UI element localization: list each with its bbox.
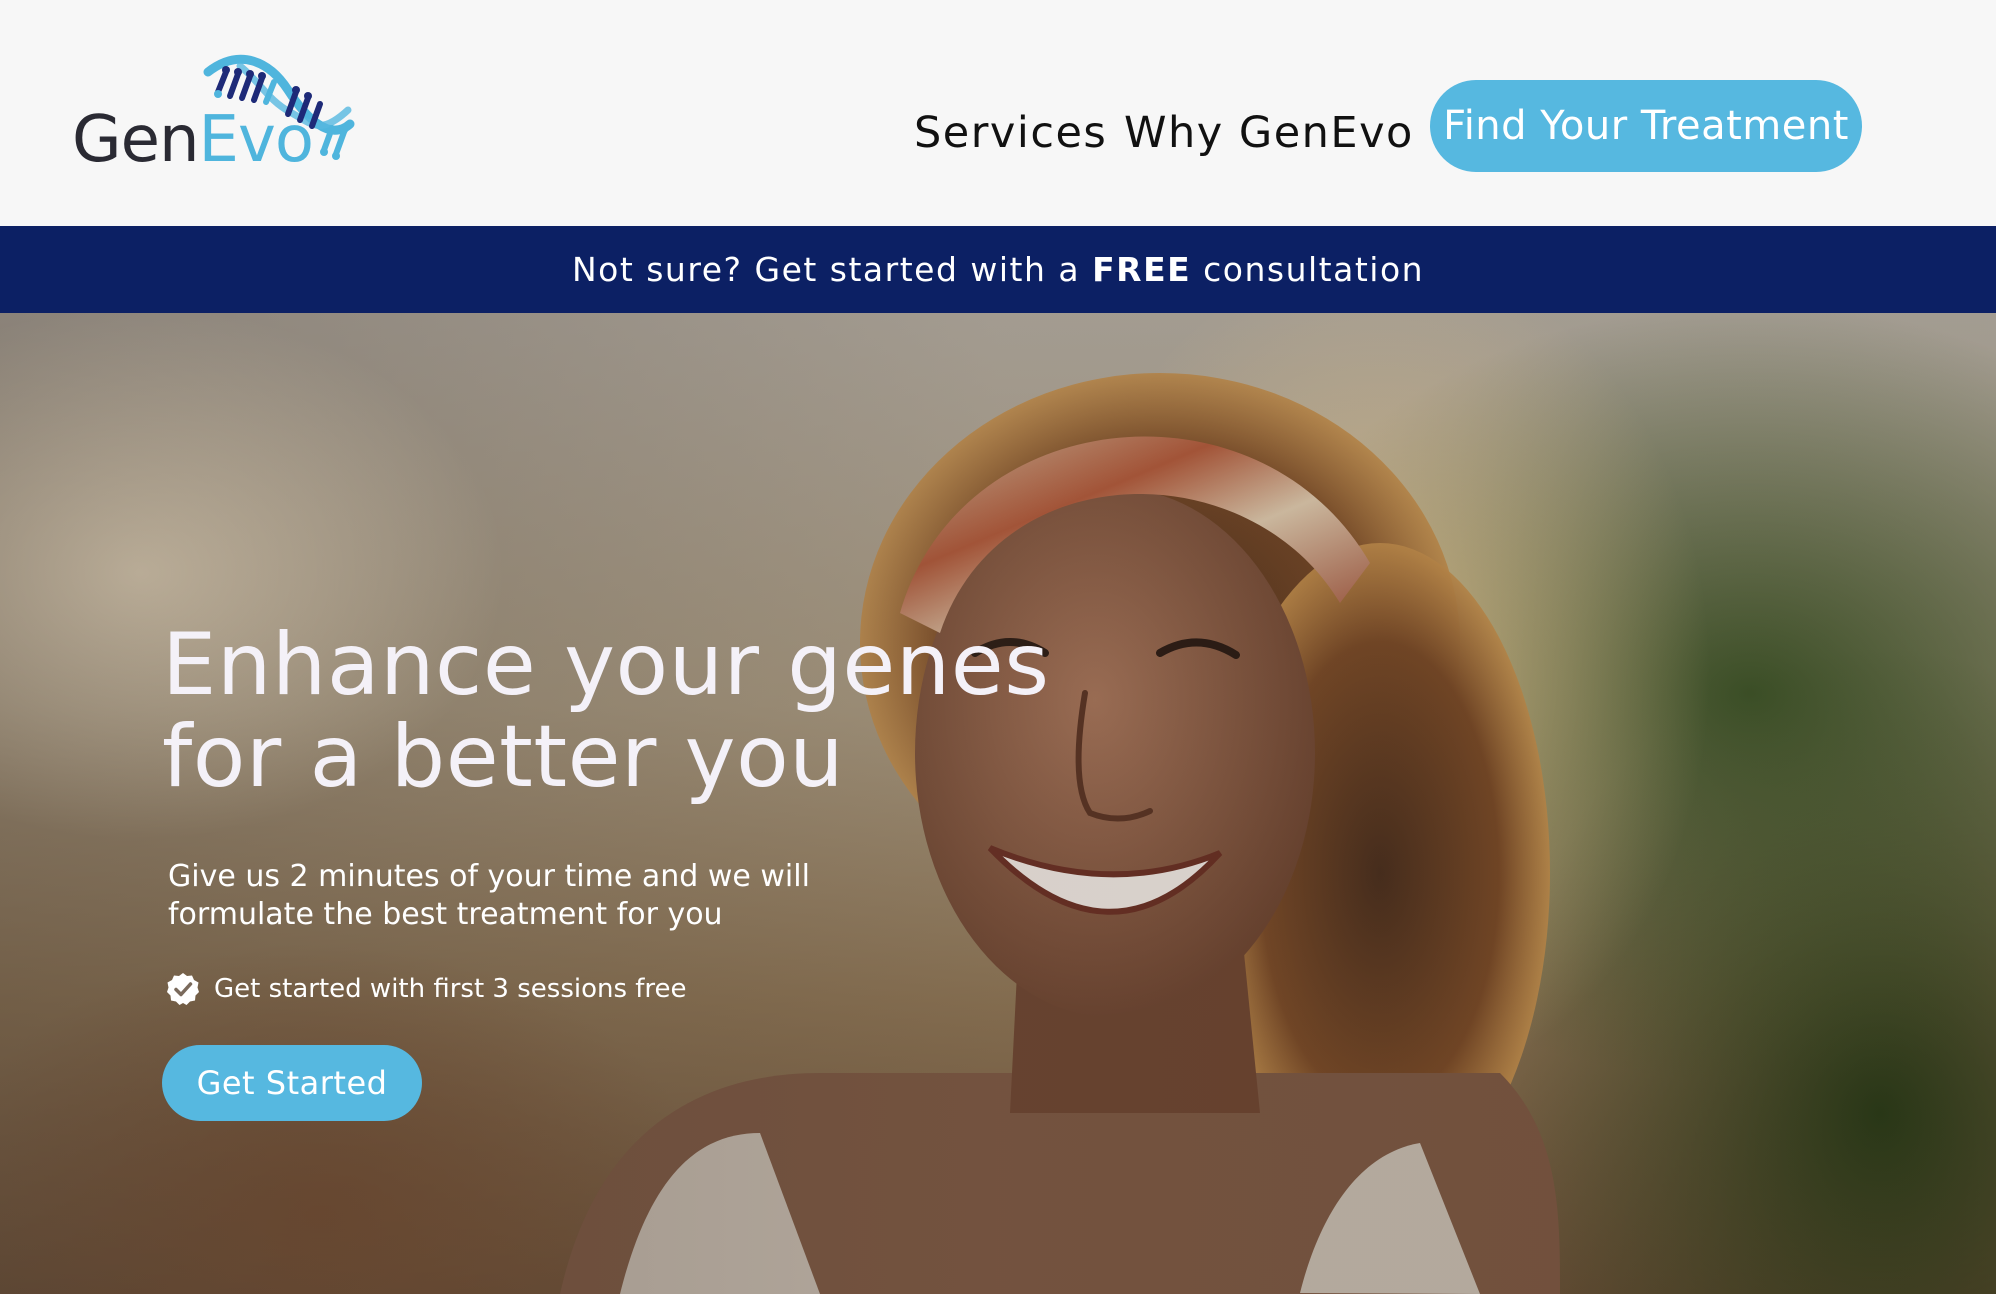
logo-text-evo: Evo <box>198 103 314 177</box>
logo-wordmark: GenEvo <box>72 108 314 172</box>
free-sessions-text: Get started with first 3 sessions free <box>214 974 687 1004</box>
promo-text-suffix: consultation <box>1191 250 1425 289</box>
hero-subtitle: Give us 2 minutes of your time and we wi… <box>168 858 928 934</box>
site-header: GenEvo Services Why GenEvo Find Your Tre… <box>0 0 1996 226</box>
find-your-treatment-button[interactable]: Find Your Treatment <box>1430 80 1862 172</box>
promo-text-free: FREE <box>1092 250 1192 289</box>
check-badge-icon <box>167 973 199 1005</box>
genevo-logo[interactable]: GenEvo <box>72 52 362 182</box>
hero-section: Enhance your genes for a better you Give… <box>0 313 1996 1294</box>
promo-banner[interactable]: Not sure? Get started with a FREE consul… <box>0 226 1996 313</box>
nav-link-services[interactable]: Services <box>914 108 1107 158</box>
promo-text-prefix: Not sure? Get started with a <box>571 250 1093 289</box>
hero-subtitle-line-2: formulate the best treatment for you <box>168 897 723 932</box>
hero-title: Enhance your genes for a better you <box>162 619 1062 803</box>
free-sessions-note: Get started with first 3 sessions free <box>166 971 687 1007</box>
logo-text-gen: Gen <box>72 103 200 177</box>
nav-link-why-genevo[interactable]: Why GenEvo <box>1124 108 1414 158</box>
get-started-button[interactable]: Get Started <box>162 1045 422 1121</box>
hero-title-line-2: for a better you <box>162 707 845 807</box>
hero-title-line-1: Enhance your genes <box>162 615 1050 715</box>
hero-subtitle-line-1: Give us 2 minutes of your time and we wi… <box>168 859 810 894</box>
